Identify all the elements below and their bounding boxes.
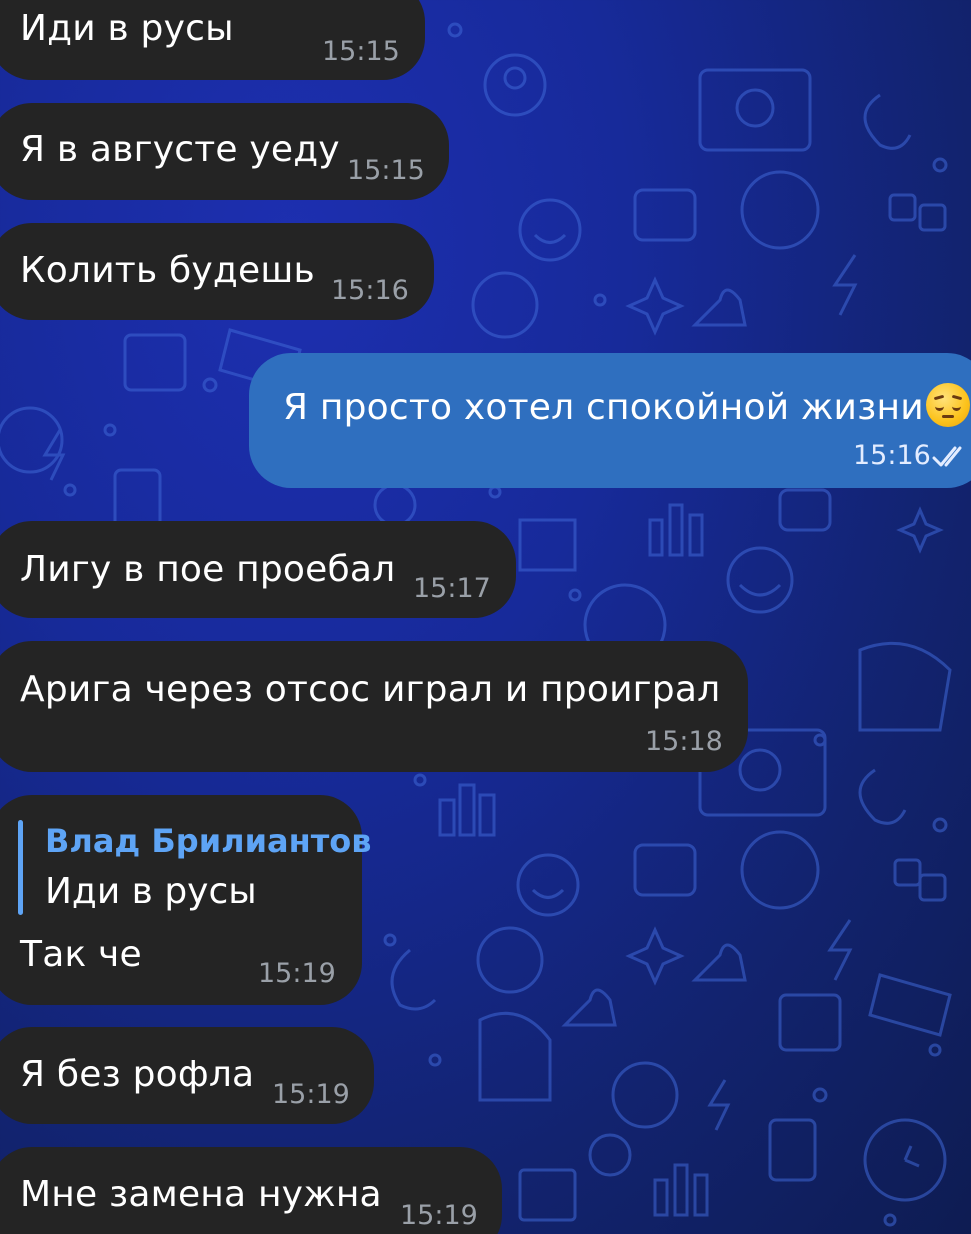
- message-text: Я просто хотел спокойной жизни: [283, 383, 970, 427]
- message-bubble-incoming[interactable]: Мне замена нужна 15:19: [0, 1147, 502, 1234]
- message-text: Я в августе уеду: [20, 129, 340, 170]
- message-time: 15:19: [258, 958, 336, 989]
- message-bubble-incoming[interactable]: Я в августе уеду 15:15: [0, 103, 449, 200]
- reply-accent-bar: [18, 820, 23, 915]
- message-text: Колить будешь: [20, 250, 315, 291]
- message-bubble-incoming[interactable]: Лигу в пое проебал 15:17: [0, 521, 516, 618]
- message-bubble-incoming[interactable]: Колить будешь 15:16: [0, 223, 434, 320]
- reply-author: Влад Брилиантов: [45, 822, 372, 860]
- message-text: Лигу в пое проебал: [20, 549, 396, 590]
- message-time: 15:15: [347, 155, 425, 186]
- message-time: 15:19: [400, 1200, 478, 1231]
- message-bubble-incoming[interactable]: Арига через отсос играл и проиграл 15:18: [0, 641, 748, 772]
- message-text: Мне замена нужна: [20, 1174, 382, 1215]
- pensive-face-emoji-icon: [925, 383, 970, 427]
- message-time: 15:17: [413, 573, 491, 604]
- message-bubble-incoming[interactable]: Иди в русы 15:15: [0, 0, 425, 80]
- message-time: 15:19: [272, 1079, 350, 1110]
- read-checkmarks-icon: [932, 446, 962, 467]
- message-list[interactable]: Иди в русы 15:15 Я в августе уеду 15:15 …: [0, 0, 971, 1234]
- message-time: 15:18: [645, 726, 723, 757]
- message-text: Арига через отсос играл и проиграл: [20, 669, 721, 710]
- message-bubble-incoming[interactable]: Влад Брилиантов Иди в русы Так че 15:19: [0, 795, 371, 1005]
- message-time: 15:16: [331, 275, 409, 306]
- message-time: 15:15: [322, 36, 400, 67]
- message-text: Так че: [20, 934, 142, 975]
- message-bubble-incoming[interactable]: Я без рофла 15:19: [0, 1027, 374, 1124]
- message-bubble-outgoing[interactable]: Я просто хотел спокойной жизни 15:16: [249, 353, 971, 488]
- message-text: Иди в русы: [20, 8, 234, 49]
- reply-text: Иди в русы: [45, 871, 257, 912]
- message-text: Я без рофла: [20, 1054, 255, 1095]
- message-time: 15:16: [853, 440, 931, 471]
